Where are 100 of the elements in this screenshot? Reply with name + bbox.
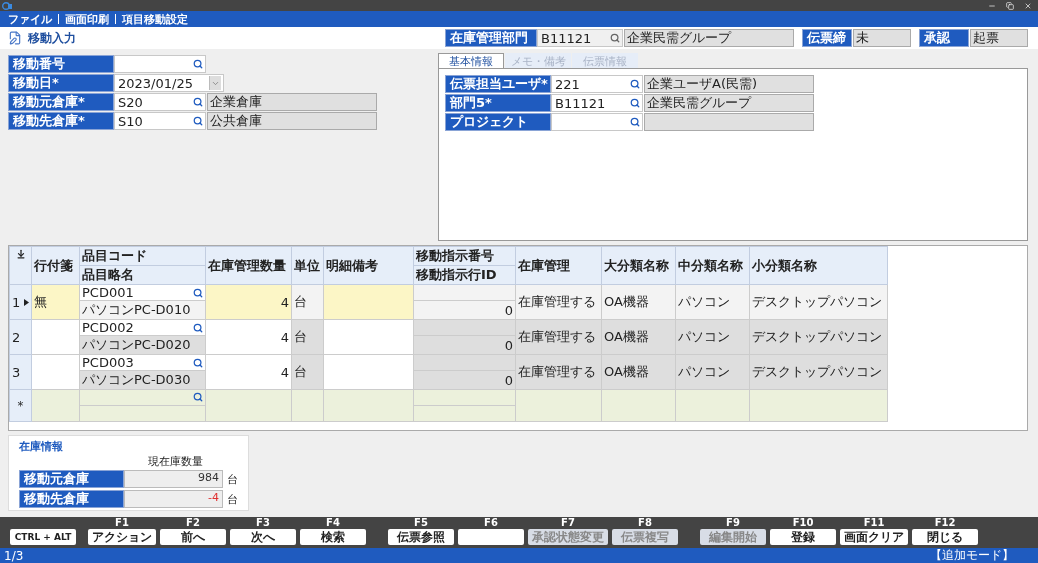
field-label: 伝票締 [802, 29, 852, 47]
column-header: 行付箋 [31, 246, 80, 285]
row-number: 2 [12, 329, 21, 345]
input-field[interactable]: S20 [114, 93, 206, 111]
menu-item[interactable]: ファイル [8, 11, 52, 27]
field-label: 承認 [919, 29, 969, 47]
panel-title: 在庫情報 [19, 439, 64, 454]
text-input[interactable]: S10 [117, 113, 193, 129]
search-icon[interactable] [630, 117, 640, 127]
name-field: 企業民需グループ [644, 94, 814, 112]
table-cell: OA機器 [601, 319, 676, 355]
column-header: 中分類名称 [675, 246, 750, 285]
unit-label: 台 [227, 471, 238, 487]
tab[interactable]: 基本情報 [438, 53, 504, 68]
row-header[interactable]: ＊ [9, 389, 32, 422]
field-label: 伝票担当ユーザ* [445, 75, 551, 93]
key-label: F7 [561, 517, 575, 528]
field-label: 移動元倉庫 [19, 470, 124, 488]
column-header: 現在庫数量 [146, 454, 204, 469]
input-field[interactable]: 221 [551, 75, 643, 93]
modifier-button[interactable]: CTRL + ALT [10, 529, 76, 545]
name-field: 公共倉庫 [207, 112, 377, 130]
search-icon[interactable] [193, 322, 203, 333]
table-cell: OA機器 [601, 284, 676, 320]
key-label: F6 [484, 517, 498, 528]
value-field: 984 [124, 470, 223, 488]
search-icon[interactable] [193, 392, 203, 402]
text-input[interactable]: B11121 [540, 30, 610, 46]
field-label: 在庫管理部門 [445, 29, 537, 47]
page-indicator: 1/3 [4, 548, 24, 563]
date-input[interactable]: 2023/01/25 [117, 75, 209, 91]
download-icon[interactable] [15, 249, 26, 259]
key-label: F8 [638, 517, 652, 528]
date-field[interactable]: 2023/01/25 [114, 74, 224, 92]
input-field[interactable]: B11121 [537, 29, 623, 47]
text-input[interactable]: 221 [554, 76, 630, 92]
restore-icon[interactable] [1006, 1, 1014, 10]
mode-indicator: 【追加モード】 [930, 547, 1014, 563]
function-button[interactable]: 閉じる [912, 529, 978, 545]
field-label: 部門5* [445, 94, 551, 112]
row-number: 3 [12, 364, 21, 380]
table-cell: デスクトップパソコン [749, 354, 888, 390]
function-button[interactable]: 次へ [230, 529, 296, 545]
table-cell: 無 [31, 284, 80, 320]
menu-item[interactable]: 画面印刷 [65, 11, 109, 27]
close-icon[interactable] [1024, 1, 1032, 10]
item-code: PCD002 [82, 320, 134, 335]
column-header: 小分類名称 [749, 246, 888, 285]
function-button[interactable]: アクション [88, 529, 156, 545]
field-label: 移動先倉庫* [8, 112, 114, 130]
column-header: 在庫管理数量 [205, 246, 292, 285]
field-label: 移動先倉庫 [19, 490, 124, 508]
search-icon[interactable] [193, 287, 203, 298]
key-label: F11 [863, 517, 885, 528]
item-code: PCD001 [82, 285, 134, 300]
key-label: F9 [726, 517, 740, 528]
input-field[interactable] [551, 113, 643, 131]
search-icon[interactable] [193, 97, 203, 107]
function-button[interactable]: 前へ [160, 529, 226, 545]
input-field[interactable]: B11121 [551, 94, 643, 112]
key-label: F12 [934, 517, 956, 528]
column-header: 在庫管理 [515, 246, 602, 285]
row-header[interactable]: 3 [9, 354, 32, 390]
key-label: F5 [414, 517, 428, 528]
row-number: 1 [12, 294, 21, 310]
page-title: 移動入力 [28, 29, 76, 47]
search-icon[interactable] [610, 33, 620, 43]
table-cell: 在庫管理する [515, 319, 602, 355]
input-field[interactable] [114, 55, 206, 73]
search-icon[interactable] [193, 116, 203, 126]
column-header: 単位 [291, 246, 324, 285]
input-field[interactable]: S10 [114, 112, 206, 130]
value-field: 未 [853, 29, 911, 47]
name-field: 企業ユーザA(民需) [644, 75, 814, 93]
function-button[interactable]: 登録 [770, 529, 836, 545]
search-icon[interactable] [193, 357, 203, 368]
name-field: 企業倉庫 [207, 93, 377, 111]
text-input[interactable]: S20 [117, 94, 193, 110]
table-cell: 在庫管理する [515, 354, 602, 390]
current-row-icon [24, 298, 29, 306]
row-header[interactable]: 1 [9, 284, 32, 320]
item-code: PCD003 [82, 355, 134, 370]
search-icon[interactable] [630, 98, 640, 108]
table-cell: パソコン [675, 319, 750, 355]
search-icon[interactable] [193, 59, 203, 69]
table-cell: OA機器 [601, 354, 676, 390]
field-label: 移動番号 [8, 55, 114, 73]
function-button[interactable]: 伝票参照 [388, 529, 454, 545]
row-header[interactable]: 2 [9, 319, 32, 355]
function-button[interactable]: 画面クリア [840, 529, 908, 545]
menu-item[interactable]: 項目移動設定 [122, 11, 188, 27]
name-field: 企業民需グループ [624, 29, 794, 47]
text-input[interactable]: B11121 [554, 95, 630, 111]
table-cell: パソコン [675, 354, 750, 390]
app-logo-icon [2, 1, 12, 10]
function-button[interactable]: 検索 [300, 529, 366, 545]
table-cell: 4 [205, 354, 292, 390]
key-label: F1 [115, 517, 129, 528]
field-label: 移動日* [8, 74, 114, 92]
search-icon[interactable] [630, 79, 640, 89]
